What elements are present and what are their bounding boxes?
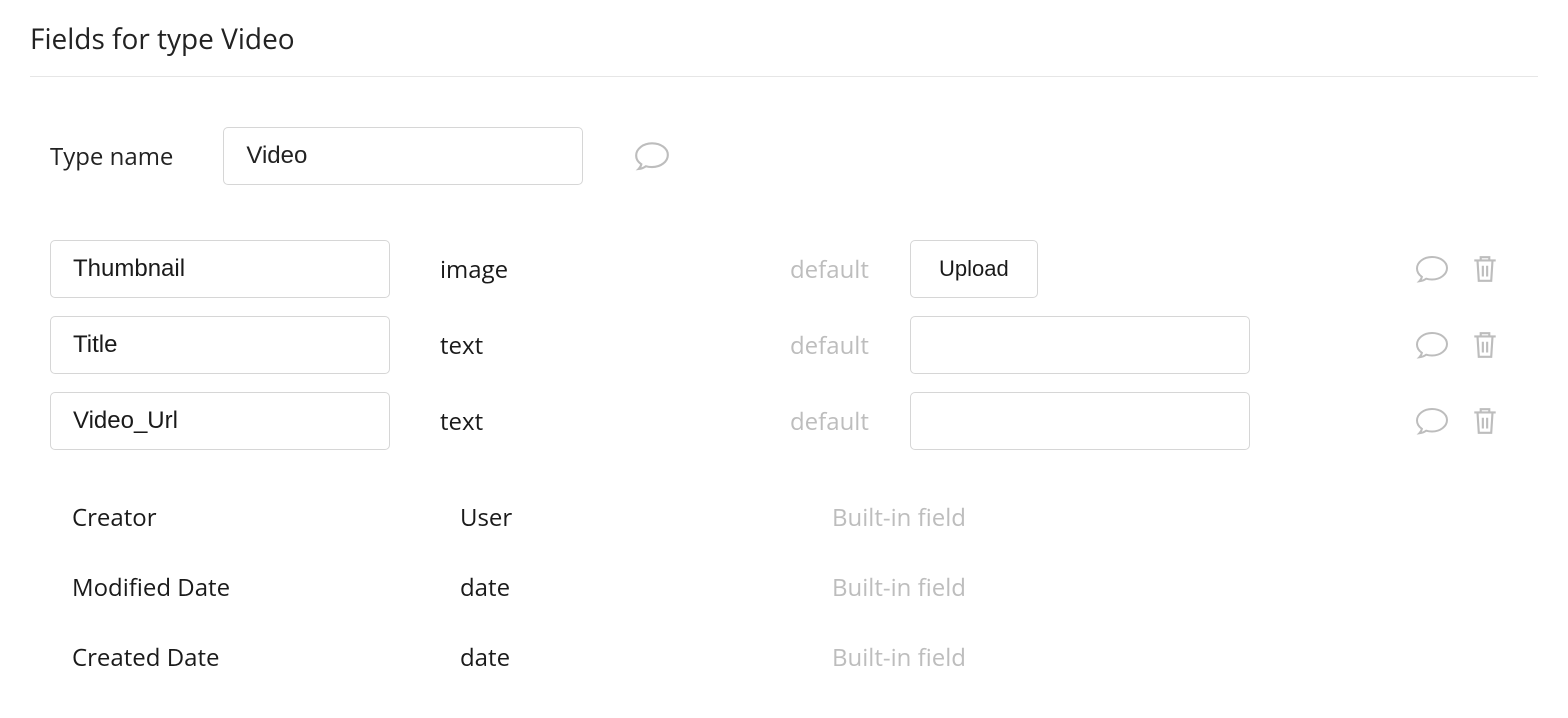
builtin-field-type: User (432, 501, 832, 534)
default-value-input[interactable] (910, 316, 1250, 374)
builtin-field-row: Creator User Built-in field (50, 488, 1518, 546)
default-value-input[interactable] (910, 392, 1250, 450)
field-name-input[interactable] (50, 240, 390, 298)
builtin-field-row: Created Date date Built-in field (50, 628, 1518, 686)
field-type-label: text (390, 405, 790, 438)
field-type-label: text (390, 329, 790, 362)
trash-icon (1472, 254, 1498, 284)
comment-icon (633, 140, 671, 172)
default-label: default (790, 405, 900, 438)
comment-icon (1414, 406, 1450, 436)
builtin-field-label: Built-in field (832, 501, 1518, 534)
builtin-field-type: date (432, 641, 832, 674)
field-delete-button[interactable] (1472, 254, 1498, 284)
type-comment-button[interactable] (633, 140, 671, 172)
field-row: text default (50, 316, 1518, 374)
field-comment-button[interactable] (1414, 330, 1450, 360)
field-delete-button[interactable] (1472, 406, 1498, 436)
default-label: default (790, 329, 900, 362)
builtin-field-name: Created Date (72, 641, 432, 674)
trash-icon (1472, 406, 1498, 436)
field-type-label: image (390, 253, 790, 286)
field-name-input[interactable] (50, 316, 390, 374)
type-name-input[interactable] (223, 127, 583, 185)
comment-icon (1414, 330, 1450, 360)
page-title: Fields for type Video (30, 20, 1538, 77)
builtin-field-label: Built-in field (832, 641, 1518, 674)
builtin-field-name: Modified Date (72, 571, 432, 604)
type-name-label: Type name (50, 140, 173, 173)
builtin-field-type: date (432, 571, 832, 604)
field-row: image default Upload (50, 240, 1518, 298)
type-name-row: Type name (50, 127, 1518, 185)
field-name-input[interactable] (50, 392, 390, 450)
trash-icon (1472, 330, 1498, 360)
builtin-field-row: Modified Date date Built-in field (50, 558, 1518, 616)
comment-icon (1414, 254, 1450, 284)
field-comment-button[interactable] (1414, 406, 1450, 436)
field-comment-button[interactable] (1414, 254, 1450, 284)
builtin-field-label: Built-in field (832, 571, 1518, 604)
field-row: text default (50, 392, 1518, 450)
upload-button[interactable]: Upload (910, 240, 1038, 298)
default-label: default (790, 253, 900, 286)
builtin-field-name: Creator (72, 501, 432, 534)
field-delete-button[interactable] (1472, 330, 1498, 360)
